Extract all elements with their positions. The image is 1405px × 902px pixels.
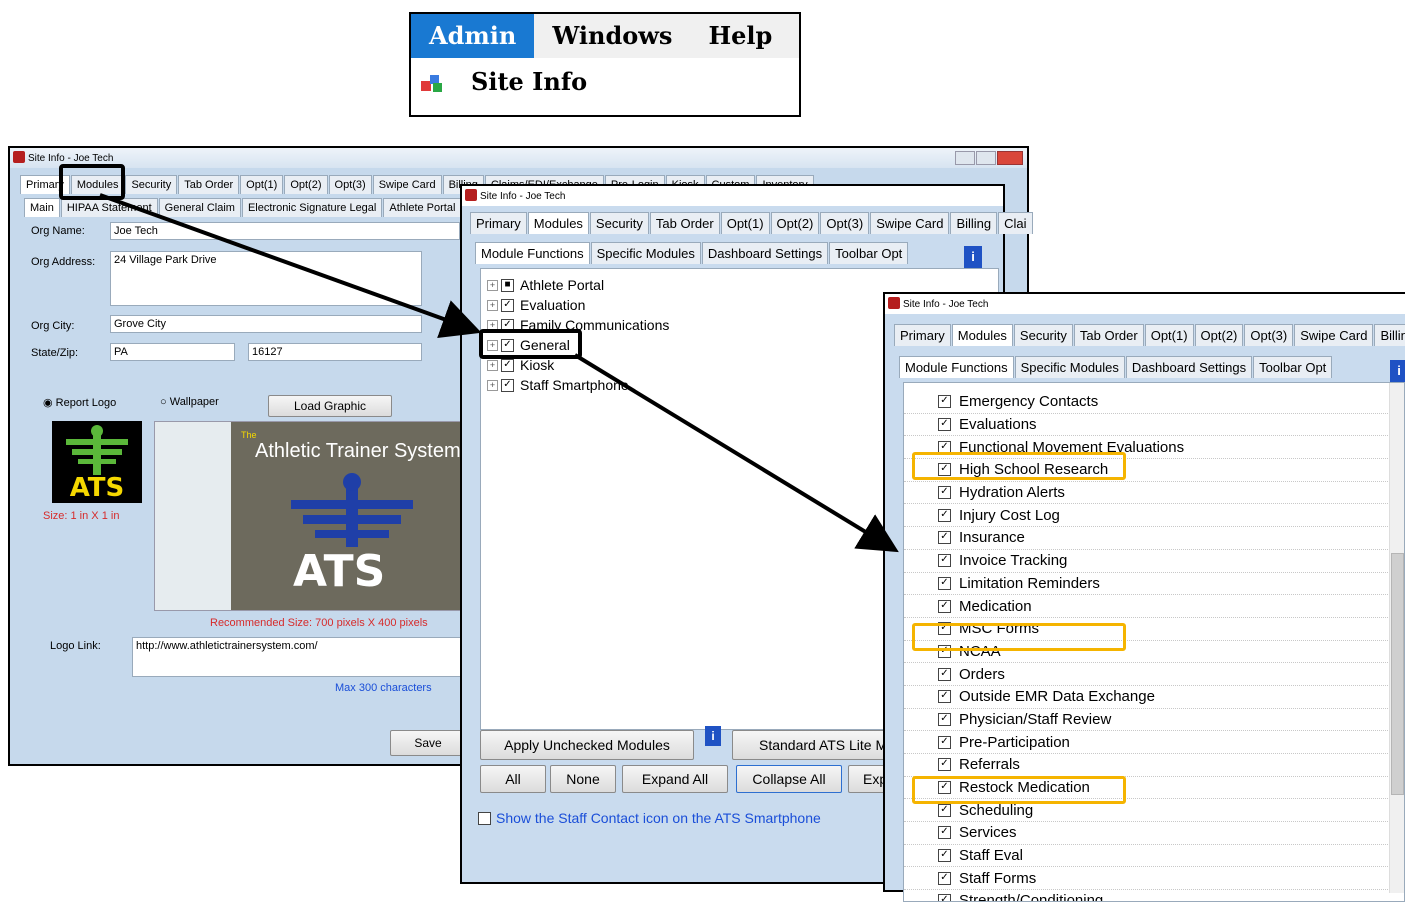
arrows-overlay xyxy=(99,193,899,553)
module-function-item[interactable]: ✓ Strength/Conditioning xyxy=(904,890,1404,902)
checkbox-icon[interactable]: ✓ xyxy=(938,894,951,901)
arrow-icon xyxy=(99,193,482,338)
arrow-icon xyxy=(573,353,899,553)
module-function-label: Strength/Conditioning xyxy=(959,892,1104,902)
